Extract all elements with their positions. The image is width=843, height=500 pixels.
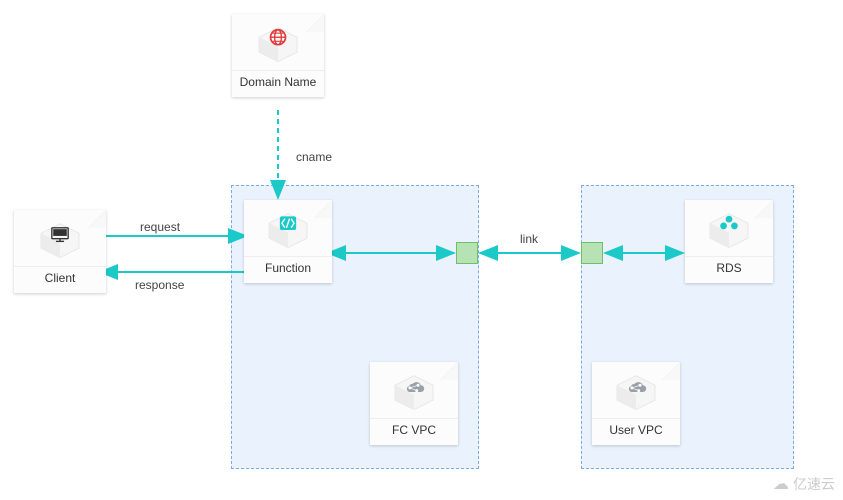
edge-label-cname: cname	[296, 150, 332, 164]
fc-vpc-node: FC VPC	[370, 362, 458, 445]
domain-label: Domain Name	[232, 70, 324, 97]
function-label: Function	[244, 256, 332, 283]
fc-vpc-label: FC VPC	[370, 418, 458, 445]
edge-label-response: response	[135, 278, 184, 292]
cloud-icon	[392, 373, 436, 411]
domain-node: Domain Name	[232, 14, 324, 97]
cloud-icon	[614, 373, 658, 411]
architecture-diagram: cname request response link Domain Name	[0, 0, 843, 500]
globe-icon	[256, 25, 300, 63]
edge-label-request: request	[140, 220, 180, 234]
user-vpc-label: User VPC	[592, 418, 680, 445]
watermark-text: 亿速云	[793, 474, 835, 494]
rds-label: RDS	[685, 256, 773, 283]
edge-label-link: link	[520, 232, 538, 246]
function-node: Function	[244, 200, 332, 283]
database-icon	[707, 211, 751, 249]
watermark: ☁ 亿速云	[773, 474, 835, 494]
client-node: Client	[14, 210, 106, 293]
client-label: Client	[14, 266, 106, 293]
monitor-icon	[38, 221, 82, 259]
user-vpc-peer	[581, 242, 603, 264]
rds-node: RDS	[685, 200, 773, 283]
user-vpc-node: User VPC	[592, 362, 680, 445]
fc-vpc-peer	[456, 242, 478, 264]
cloud-watermark-icon: ☁	[773, 474, 789, 494]
function-icon	[266, 211, 310, 249]
